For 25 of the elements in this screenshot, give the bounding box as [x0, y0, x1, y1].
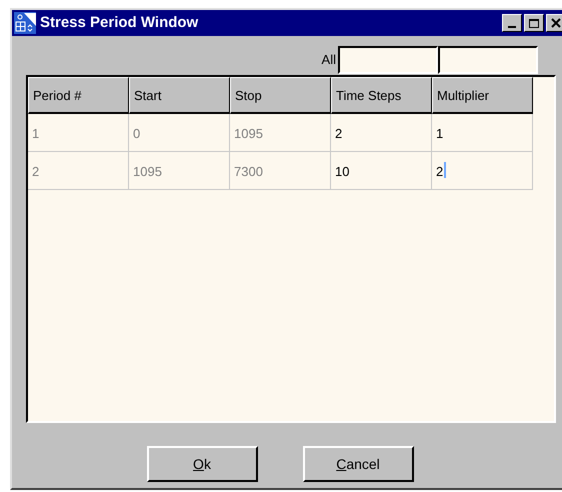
table-cell: 0 — [129, 114, 230, 152]
table-cell: 1095 — [230, 114, 331, 152]
column-header[interactable]: Time Steps — [331, 77, 432, 114]
dialog-button[interactable]: Ok — [146, 446, 258, 482]
table-cell[interactable]: 2 — [331, 114, 432, 152]
table-cell: 1 — [28, 114, 129, 152]
input-field[interactable] — [438, 46, 538, 74]
minimize-button[interactable] — [502, 14, 522, 32]
dialog-button[interactable]: Cancel — [302, 446, 414, 482]
column-header[interactable]: Stop — [230, 77, 331, 114]
all-label: All — [322, 51, 336, 70]
table-cell[interactable]: 1 — [432, 114, 533, 152]
column-header[interactable]: Start — [129, 77, 230, 114]
column-header[interactable]: Period # — [28, 77, 129, 114]
grid-window-icon — [14, 12, 36, 34]
table-cell: 1095 — [129, 152, 230, 190]
column-header[interactable]: Multiplier — [432, 77, 533, 114]
table-cell: 7300 — [230, 152, 331, 190]
table-cell[interactable]: 10 — [331, 152, 432, 190]
table-cell: 2 — [28, 152, 129, 190]
maximize-button[interactable] — [524, 14, 544, 32]
input-field[interactable] — [338, 46, 438, 74]
window-title: Stress Period Window — [40, 12, 198, 33]
close-button[interactable] — [546, 14, 562, 32]
table-cell[interactable]: 2 — [432, 152, 533, 190]
